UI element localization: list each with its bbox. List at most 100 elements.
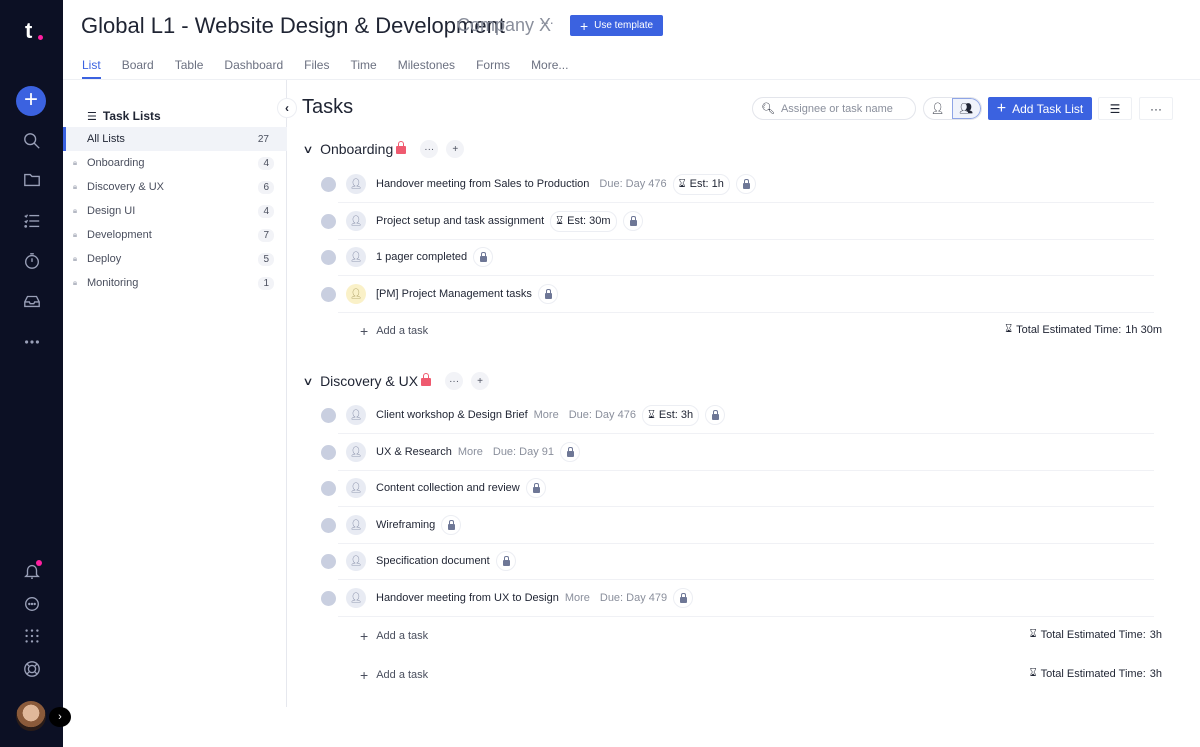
task-row[interactable]: 👤︎ Specification document	[321, 543, 1154, 580]
list-item-all-lists[interactable]: All Lists 27	[63, 127, 287, 151]
task-row[interactable]: 👤︎ 1 pager completed	[321, 239, 1154, 276]
list-item-deploy[interactable]: 🔒︎ Deploy 5	[63, 247, 287, 271]
task-name[interactable]: Handover meeting from Sales to Productio…	[376, 178, 589, 190]
task-row[interactable]: 👤︎ Project setup and task assignment ⌛︎ E…	[321, 203, 1154, 240]
list-item-development[interactable]: 🔒︎ Development 7	[63, 223, 287, 247]
task-name[interactable]: Project setup and task assignment	[376, 215, 544, 227]
add-task-button[interactable]: + Add a task	[360, 667, 428, 683]
lock-icon[interactable]	[441, 515, 462, 535]
assignee-avatar-icon[interactable]: 👤︎	[346, 211, 366, 231]
assignee-avatar-icon[interactable]: 👤︎	[346, 588, 366, 608]
add-task-list-button[interactable]: + Add Task List	[988, 97, 1092, 120]
app-logo[interactable]: t	[25, 18, 43, 44]
tab-time[interactable]: Time	[350, 58, 376, 79]
user-avatar[interactable]	[16, 701, 46, 731]
task-row[interactable]: 👤︎ [PM] Project Management tasks	[321, 276, 1154, 313]
task-estimate-badge[interactable]: ⌛︎ Est: 3h	[641, 404, 700, 426]
lock-icon[interactable]	[473, 247, 494, 267]
assignee-avatar-icon[interactable]: 👤︎	[346, 174, 366, 194]
tab-board[interactable]: Board	[122, 58, 154, 79]
assignee-avatar-icon[interactable]: 👤︎	[346, 284, 366, 304]
search-field[interactable]: 🔍︎	[752, 97, 916, 120]
more-icon[interactable]	[21, 331, 43, 353]
task-name[interactable]: [PM] Project Management tasks	[376, 288, 532, 300]
filter-button[interactable]: ☰	[1098, 97, 1132, 120]
company-name[interactable]: Company X	[457, 15, 551, 36]
assignee-avatar-icon[interactable]: 👤︎	[346, 405, 366, 425]
tab-dashboard[interactable]: Dashboard	[224, 58, 283, 79]
add-task-button[interactable]: + Add a task	[360, 323, 428, 339]
assignee-avatar-icon[interactable]: 👤︎	[346, 442, 366, 462]
group-more-button[interactable]: ···	[420, 140, 439, 158]
list-item-discovery-ux[interactable]: 🔒︎ Discovery & UX 6	[63, 175, 287, 199]
folder-icon[interactable]	[21, 169, 43, 191]
assignee-avatar-icon[interactable]: 👤︎	[346, 247, 366, 267]
group-name[interactable]: Discovery & UX	[320, 373, 418, 389]
task-complete-checkbox[interactable]	[321, 213, 336, 229]
task-name[interactable]: Content collection and review	[376, 482, 520, 494]
assignee-avatar-icon[interactable]: 👤︎	[346, 515, 366, 535]
task-row[interactable]: 👤︎ UX & Research More Due: Day 91	[321, 434, 1154, 471]
task-row[interactable]: 👤︎ Handover meeting from Sales to Produc…	[321, 166, 1154, 203]
task-more-link[interactable]: More	[458, 446, 483, 458]
expand-rail-button[interactable]: ›	[49, 707, 71, 727]
lock-icon[interactable]	[622, 211, 643, 231]
task-complete-checkbox[interactable]	[321, 176, 336, 192]
tab-table[interactable]: Table	[175, 58, 204, 79]
project-more-button[interactable]: ···	[540, 14, 554, 30]
group-add-button[interactable]: +	[471, 372, 490, 390]
task-row[interactable]: 👤︎ Content collection and review	[321, 470, 1154, 507]
search-input[interactable]	[780, 102, 911, 115]
task-row[interactable]: 👤︎ Wireframing	[321, 507, 1154, 544]
assignee-avatar-icon[interactable]: 👤︎	[346, 478, 366, 498]
task-complete-checkbox[interactable]	[321, 480, 336, 496]
team-users-icon[interactable]: 👥︎	[951, 98, 981, 119]
tab-more[interactable]: More...	[531, 58, 568, 79]
lock-icon[interactable]	[705, 405, 726, 425]
list-item-design-ui[interactable]: 🔒︎ Design UI 4	[63, 199, 287, 223]
chevron-down-icon[interactable]: ∨	[302, 375, 313, 388]
list-item-monitoring[interactable]: 🔒︎ Monitoring 1	[63, 271, 287, 295]
collapse-sidebar-button[interactable]: ‹	[277, 98, 297, 118]
task-more-link[interactable]: More	[565, 592, 590, 604]
task-more-link[interactable]: More	[534, 409, 559, 421]
task-complete-checkbox[interactable]	[321, 444, 336, 460]
task-name[interactable]: Client workshop & Design Brief	[376, 409, 528, 421]
task-estimate-badge[interactable]: ⌛︎ Est: 1h	[672, 173, 730, 195]
group-more-button[interactable]: ···	[445, 372, 464, 390]
inbox-icon[interactable]	[21, 290, 43, 312]
chevron-down-icon[interactable]: ∨	[302, 143, 313, 156]
apps-grid-icon[interactable]	[21, 625, 43, 647]
add-task-button[interactable]: + Add a task	[360, 628, 428, 644]
task-name[interactable]: UX & Research	[376, 446, 452, 458]
use-template-button[interactable]: + Use template	[570, 15, 663, 36]
task-complete-checkbox[interactable]	[321, 553, 336, 569]
search-icon[interactable]	[21, 130, 43, 152]
task-complete-checkbox[interactable]	[321, 517, 336, 533]
group-name[interactable]: Onboarding	[320, 141, 393, 157]
task-complete-checkbox[interactable]	[321, 590, 336, 606]
single-user-icon[interactable]: 👤︎	[924, 98, 952, 119]
lock-icon[interactable]	[560, 442, 581, 462]
task-row[interactable]: 👤︎ Client workshop & Design Brief More D…	[321, 397, 1154, 434]
bell-icon[interactable]	[21, 560, 43, 582]
help-lifebuoy-icon[interactable]	[21, 658, 43, 680]
task-name[interactable]: 1 pager completed	[376, 251, 467, 263]
lock-icon[interactable]	[537, 284, 558, 304]
list-item-onboarding[interactable]: 🔒︎ Onboarding 4	[63, 151, 287, 175]
task-name[interactable]: Wireframing	[376, 519, 435, 531]
tab-forms[interactable]: Forms	[476, 58, 510, 79]
task-row[interactable]: 👤︎ Handover meeting from UX to Design Mo…	[321, 580, 1154, 617]
group-add-button[interactable]: +	[446, 140, 465, 158]
lock-icon[interactable]	[525, 478, 546, 498]
task-complete-checkbox[interactable]	[321, 407, 336, 423]
task-complete-checkbox[interactable]	[321, 249, 336, 265]
tab-list[interactable]: List	[82, 58, 101, 79]
lock-icon[interactable]	[495, 551, 516, 571]
chat-icon[interactable]	[21, 593, 43, 615]
task-name[interactable]: Handover meeting from UX to Design	[376, 592, 559, 604]
task-name[interactable]: Specification document	[376, 555, 490, 567]
tab-milestones[interactable]: Milestones	[398, 58, 455, 79]
checklist-icon[interactable]	[21, 210, 43, 232]
quick-add-button[interactable]: +	[16, 86, 46, 116]
